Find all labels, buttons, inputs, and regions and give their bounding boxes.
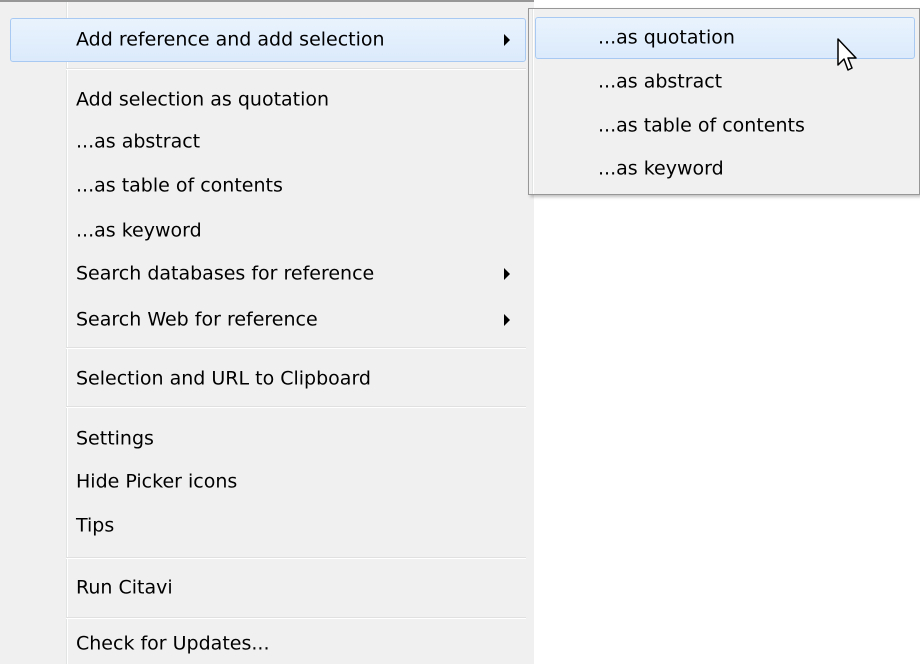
menu-item-label: Run Citavi: [76, 576, 173, 599]
menu-separator: [66, 68, 526, 70]
menu-item-label: Settings: [76, 427, 154, 450]
menu-item-run-citavi[interactable]: Run Citavi: [10, 566, 526, 610]
submenu-item-label: ...as abstract: [598, 70, 723, 93]
menu-item-as-table-of-contents[interactable]: ...as table of contents: [10, 164, 526, 208]
context-menu: Add reference and add selection Add sele…: [0, 0, 534, 664]
menu-item-check-for-updates[interactable]: Check for Updates...: [10, 622, 526, 664]
menu-separator: [66, 617, 526, 619]
menu-item-label: ...as keyword: [76, 219, 202, 242]
submenu-item-label: ...as table of contents: [598, 114, 805, 137]
menu-item-as-keyword[interactable]: ...as keyword: [10, 209, 526, 253]
menu-separator: [66, 406, 526, 408]
submenu-item-as-table-of-contents[interactable]: ...as table of contents: [535, 105, 915, 147]
submenu-item-label: ...as keyword: [598, 157, 724, 180]
menu-separator: [66, 557, 526, 559]
submenu-add-reference: ...as quotation ...as abstract ...as tab…: [528, 8, 920, 195]
menu-item-label: ...as abstract: [76, 130, 201, 153]
submenu-arrow-icon: [504, 268, 510, 280]
menu-item-label: Add reference and add selection: [76, 28, 385, 51]
menu-item-label: ...as table of contents: [76, 174, 283, 197]
submenu-arrow-icon: [504, 34, 510, 46]
submenu-item-label: ...as quotation: [598, 26, 735, 49]
menu-item-add-selection-as-quotation[interactable]: Add selection as quotation: [10, 78, 526, 122]
menu-item-hide-picker-icons[interactable]: Hide Picker icons: [10, 460, 526, 504]
menu-item-tips[interactable]: Tips: [10, 504, 526, 548]
menu-item-label: Search databases for reference: [76, 262, 375, 285]
menu-item-label: Check for Updates...: [76, 632, 270, 655]
menu-item-label: Search Web for reference: [76, 308, 318, 331]
menu-item-settings[interactable]: Settings: [10, 417, 526, 461]
menu-item-label: Tips: [76, 514, 115, 537]
submenu-icon-gutter: [532, 9, 534, 194]
menu-separator: [66, 347, 526, 349]
menu-item-search-databases[interactable]: Search databases for reference: [10, 252, 526, 296]
menu-item-label: Add selection as quotation: [76, 88, 330, 111]
menu-item-add-reference-and-selection[interactable]: Add reference and add selection: [10, 18, 526, 62]
menu-item-label: Hide Picker icons: [76, 470, 238, 493]
context-menu-screen: Add reference and add selection Add sele…: [0, 0, 920, 664]
mouse-cursor-icon: [837, 38, 857, 71]
menu-item-label: Selection and URL to Clipboard: [76, 367, 371, 390]
submenu-arrow-icon: [504, 314, 510, 326]
menu-item-as-abstract[interactable]: ...as abstract: [10, 120, 526, 164]
menu-item-selection-url-clipboard[interactable]: Selection and URL to Clipboard: [10, 357, 526, 401]
submenu-item-as-keyword[interactable]: ...as keyword: [535, 148, 915, 190]
menu-item-search-web[interactable]: Search Web for reference: [10, 298, 526, 342]
